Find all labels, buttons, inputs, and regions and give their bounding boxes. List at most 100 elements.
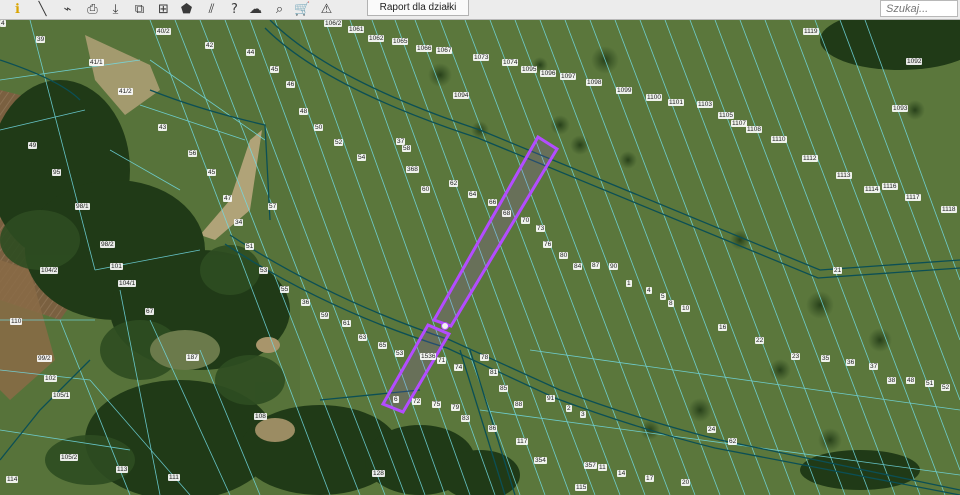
map-view[interactable]: 39 40/2 42 41/1 41/2 44 45 46 43 48 50 52 54 56 45 47 49…	[0, 20, 960, 495]
parcel-number-label: 58	[402, 145, 412, 152]
parcel-number-label: 4	[0, 20, 6, 27]
parcel-number-label: 51	[245, 243, 255, 250]
parcel-number-label: 70	[521, 217, 531, 224]
parcel-number-label: 37	[396, 138, 406, 145]
parcel-number-label: 1113	[836, 172, 852, 179]
parcel-number-label: 62	[449, 180, 459, 187]
parcel-number-label: 55	[280, 286, 290, 293]
parcel-number-label: 75	[432, 401, 442, 408]
parcel-number-label: 48	[906, 377, 916, 384]
parcel-number-label: 114	[6, 476, 19, 483]
parcel-number-label: 110	[10, 318, 23, 325]
parcel-number-label: 49	[28, 142, 38, 149]
parcel-number-label: 91	[546, 395, 556, 402]
parcel-number-label: 17	[645, 475, 655, 482]
parcel-number-label: 128	[372, 470, 385, 477]
parcel-number-label: 1065	[392, 38, 409, 45]
parcel-number-label: 368	[406, 166, 419, 173]
parcel-number-label: 57	[268, 203, 278, 210]
parcel-number-label: 39	[36, 36, 46, 43]
parcel-number-label: 61	[342, 320, 352, 327]
help-icon[interactable]: ?	[226, 1, 243, 18]
parcel-number-label: 43	[158, 124, 168, 131]
parcel-number-label: 81	[489, 369, 499, 376]
parcel-number-label: 51	[925, 380, 935, 387]
measure-distance-icon[interactable]: ╲	[34, 1, 51, 18]
parcel-number-label: 1536	[420, 353, 437, 360]
warning-icon[interactable]: ⚠	[318, 1, 335, 18]
parcel-number-label: 101	[110, 263, 123, 270]
parcel-number-label: 54	[357, 154, 367, 161]
parcel-number-label: 83	[461, 415, 471, 422]
parcel-number-label: 65	[378, 342, 388, 349]
parcel-number-label: 84	[573, 263, 583, 270]
parcel-number-label: 74	[454, 364, 464, 371]
parcel-number-label: 1105	[718, 112, 734, 119]
export-icon[interactable]: ⧉	[131, 1, 148, 18]
parcel-number-label: 85	[499, 385, 509, 392]
parcel-number-label: 36	[846, 359, 856, 366]
parcel-number-label: 86	[488, 425, 498, 432]
parcel-number-label: 1093	[892, 105, 909, 112]
parcel-number-label: 1103	[697, 101, 713, 108]
parcel-number-label: 23	[791, 353, 801, 360]
parcel-number-label: 98/1	[75, 203, 90, 210]
parcel-number-label: 34	[234, 219, 244, 226]
parcel-label-layer: 39 40/2 42 41/1 41/2 44 45 46 43 48 50 52 54 56 45 47 49…	[0, 20, 960, 495]
parcel-number-label: 1073	[473, 54, 490, 61]
parcel-number-label: 50	[314, 124, 324, 131]
parcel-number-label: 1092	[906, 58, 923, 65]
cart-icon[interactable]: 🛒	[294, 1, 311, 18]
parcel-number-label: 357	[584, 462, 597, 469]
parcel-number-label: 35	[821, 355, 831, 362]
layers-grid-icon[interactable]: ⊞	[155, 1, 172, 18]
parcel-number-label: 38	[887, 377, 897, 384]
parcel-number-label: 1099	[616, 87, 633, 94]
download-icon[interactable]: ⤓	[107, 1, 124, 18]
parcel-number-label: 99/2	[37, 355, 52, 362]
parcel-number-label: 36	[301, 299, 311, 306]
parcel-number-label: 37	[869, 363, 879, 370]
parcel-number-label: 1094	[453, 92, 470, 99]
parcel-number-label: 1097	[560, 73, 577, 80]
parcel-number-label: 187	[186, 354, 199, 361]
parcel-number-label: 1074	[502, 59, 519, 66]
parcel-number-label: 104/2	[40, 267, 59, 274]
parcel-number-label: 45	[207, 169, 217, 176]
parcel-number-label: 117	[516, 438, 529, 445]
parcel-number-label: 113	[116, 466, 129, 473]
info-icon[interactable]: ℹ	[9, 1, 26, 18]
search-input[interactable]	[880, 0, 958, 17]
parcel-number-label: 5	[660, 293, 666, 300]
parcel-number-label: 1107	[731, 120, 747, 127]
parcel-number-label: 72	[412, 398, 422, 405]
parcel-number-label: 3	[580, 411, 586, 418]
parcel-number-label: 1108	[746, 126, 762, 133]
parcel-number-label: 1100	[646, 94, 662, 101]
parcel-number-label: 16	[718, 324, 728, 331]
parcel-report-button[interactable]: Raport dla działki	[367, 0, 469, 16]
parcel-number-label: 87	[591, 262, 601, 269]
print-icon[interactable]: ⎙	[84, 1, 101, 18]
hatch-icon[interactable]: ⫽	[203, 1, 220, 18]
zoom-search-icon[interactable]: ⌕	[271, 1, 288, 18]
parcel-number-label: 90	[609, 263, 619, 270]
cloud-upload-icon[interactable]: ☁	[247, 1, 264, 18]
toolbar: ℹ ╲ ⌁ ⎙ ⤓ ⧉ ⊞ ⬟ ⫽? ☁ ⌕ 🛒 ⚠ Raport dla działki	[0, 0, 960, 20]
link-icon[interactable]: ⌁	[59, 1, 76, 18]
parcel-number-label: 1116	[882, 183, 898, 190]
parcel-number-label: 64	[468, 191, 478, 198]
shape-icon[interactable]: ⬟	[178, 1, 195, 18]
parcel-number-label: 102	[44, 375, 57, 382]
parcel-number-label: 62	[728, 438, 738, 445]
parcel-number-label: 41/1	[89, 59, 104, 66]
parcel-number-label: 41/2	[118, 88, 133, 95]
parcel-number-label: 22	[755, 337, 765, 344]
parcel-number-label: 1062	[368, 35, 385, 42]
parcel-number-label: 68	[502, 210, 512, 217]
parcel-number-label: 42	[205, 42, 215, 49]
parcel-number-label: 1067	[436, 47, 453, 54]
parcel-number-label: 1114	[864, 186, 880, 193]
parcel-number-label: 56	[188, 150, 198, 157]
parcel-number-label: 80	[559, 252, 569, 259]
